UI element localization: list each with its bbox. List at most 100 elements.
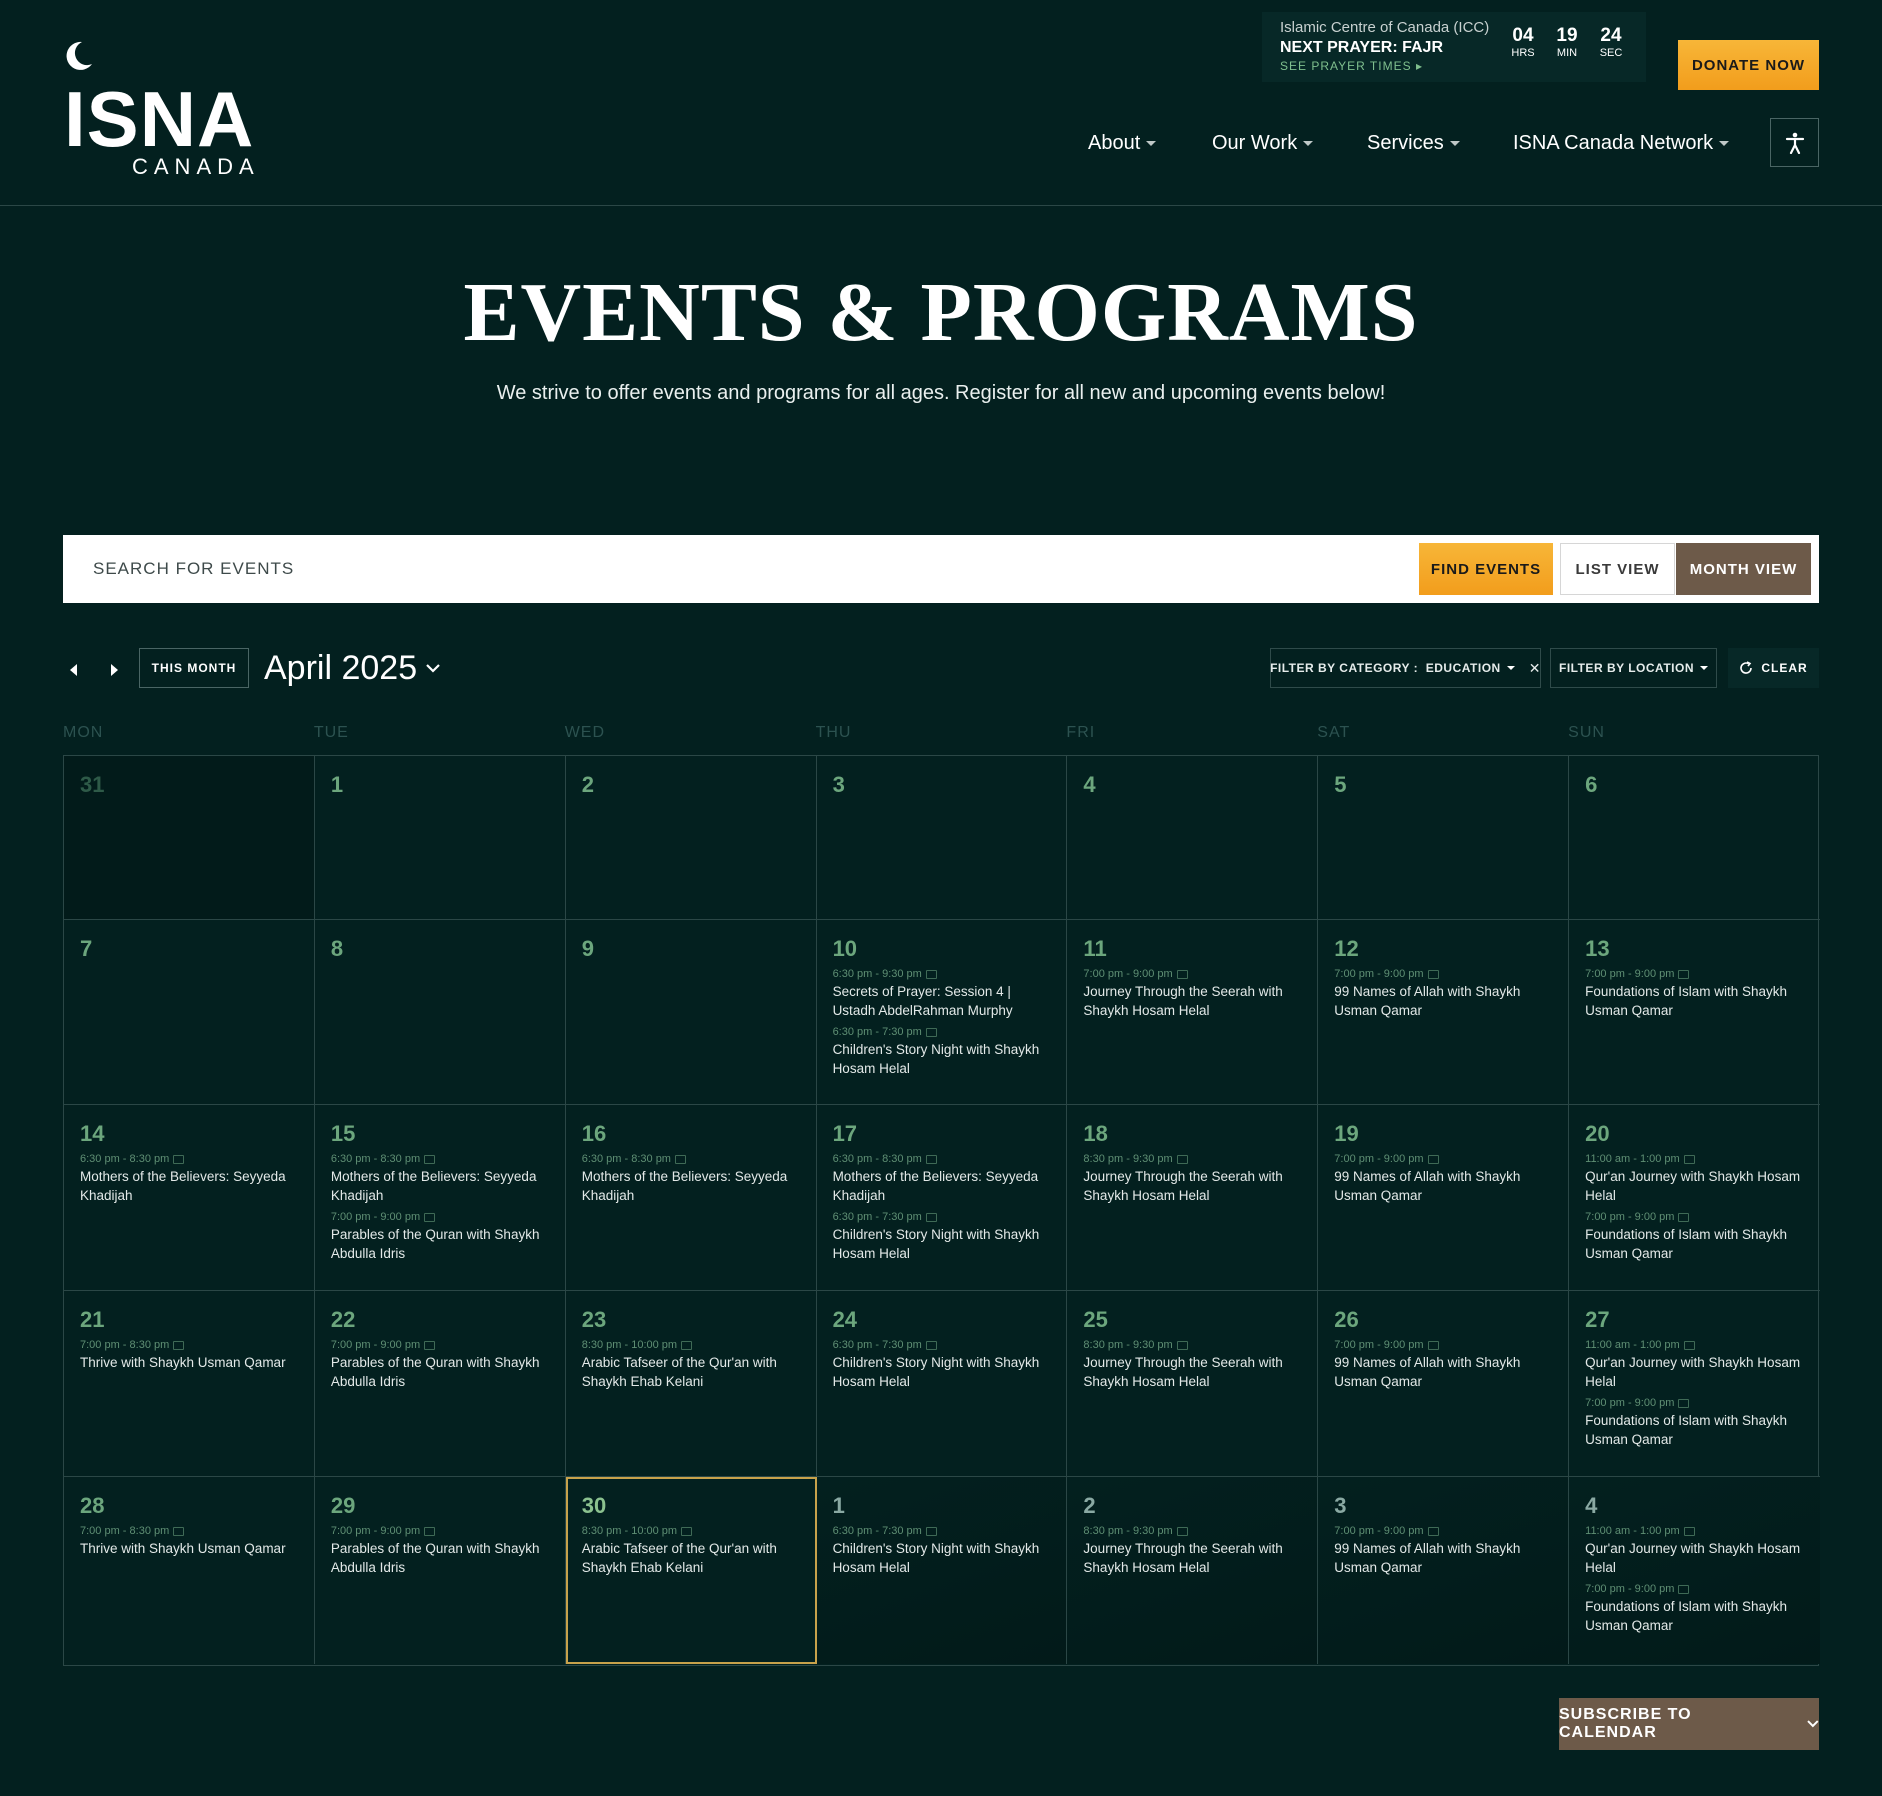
calendar-day-cell[interactable]: 3 <box>816 756 1068 920</box>
day-number[interactable]: 14 <box>80 1121 298 1147</box>
day-number[interactable]: 5 <box>1334 772 1552 798</box>
event-title-link[interactable]: Journey Through the Seerah with Shaykh H… <box>1083 1353 1301 1391</box>
nav-item-our-work[interactable]: Our Work <box>1212 128 1314 158</box>
day-number[interactable]: 3 <box>1334 1493 1552 1519</box>
day-number[interactable]: 9 <box>582 936 800 962</box>
calendar-event[interactable]: 7:00 pm - 9:00 pm Parables of the Quran w… <box>331 1209 549 1263</box>
event-title-link[interactable]: Journey Through the Seerah with Shaykh H… <box>1083 1167 1301 1205</box>
event-title-link[interactable]: Secrets of Prayer: Session 4 | Ustadh Ab… <box>833 982 1051 1020</box>
see-prayer-times-link[interactable]: SEE PRAYER TIMES ▸ <box>1280 58 1628 74</box>
calendar-day-cell[interactable]: 20 11:00 am - 1:00 pm Qur'an Journey with … <box>1569 1105 1820 1291</box>
event-title-link[interactable]: Parables of the Quran with Shaykh Abdull… <box>331 1539 549 1577</box>
day-number[interactable]: 10 <box>833 936 1051 962</box>
calendar-event[interactable]: 6:30 pm - 7:30 pm Children's Story Night … <box>833 1337 1051 1391</box>
calendar-event[interactable]: 6:30 pm - 9:30 pm Secrets of Prayer: Sess… <box>833 966 1051 1020</box>
event-title-link[interactable]: Parables of the Quran with Shaykh Abdull… <box>331 1225 549 1263</box>
clear-filters-button[interactable]: CLEAR <box>1728 648 1819 688</box>
day-number[interactable]: 31 <box>80 772 298 798</box>
day-number[interactable]: 7 <box>80 936 298 962</box>
calendar-day-cell[interactable]: 2 <box>565 756 817 920</box>
calendar-day-cell[interactable]: 13 7:00 pm - 9:00 pm Foundations of Islam … <box>1569 920 1820 1105</box>
day-number[interactable]: 4 <box>1083 772 1301 798</box>
calendar-event[interactable]: 7:00 pm - 9:00 pm 99 Names of Allah with … <box>1334 1337 1552 1391</box>
isna-logo[interactable]: ISNA CANADA <box>62 40 262 180</box>
day-number[interactable]: 27 <box>1585 1307 1804 1333</box>
calendar-event[interactable]: 7:00 pm - 9:00 pm Foundations of Islam wi… <box>1585 1395 1804 1449</box>
event-title-link[interactable]: Foundations of Islam with Shaykh Usman Q… <box>1585 1225 1804 1263</box>
subscribe-to-calendar-button[interactable]: SUBSCRIBE TO CALENDAR <box>1559 1698 1819 1750</box>
calendar-day-cell[interactable]: 4 11:00 am - 1:00 pm Qur'an Journey with S… <box>1569 1477 1820 1664</box>
calendar-day-cell[interactable]: 1 <box>314 756 566 920</box>
event-title-link[interactable]: Qur'an Journey with Shaykh Hosam Helal <box>1585 1353 1804 1391</box>
event-title-link[interactable]: Arabic Tafseer of the Qur'an with Shaykh… <box>582 1353 800 1391</box>
day-number[interactable]: 16 <box>582 1121 800 1147</box>
calendar-event[interactable]: 6:30 pm - 8:30 pm Mothers of the Believer… <box>582 1151 800 1205</box>
calendar-event[interactable]: 8:30 pm - 9:30 pm Journey Through the See… <box>1083 1337 1301 1391</box>
calendar-event[interactable]: 7:00 pm - 9:00 pm 99 Names of Allah with … <box>1334 966 1552 1020</box>
remove-filter-icon[interactable]: ✕ <box>1529 660 1541 677</box>
calendar-event[interactable]: 8:30 pm - 10:00 pm Arabic Tafseer of the … <box>582 1337 800 1391</box>
event-title-link[interactable]: Journey Through the Seerah with Shaykh H… <box>1083 1539 1301 1577</box>
filter-by-location[interactable]: FILTER BY LOCATION <box>1550 648 1717 688</box>
calendar-event[interactable]: 6:30 pm - 8:30 pm Mothers of the Believer… <box>833 1151 1051 1205</box>
day-number[interactable]: 23 <box>582 1307 800 1333</box>
day-number[interactable]: 2 <box>582 772 800 798</box>
calendar-day-cell[interactable]: 27 11:00 am - 1:00 pm Qur'an Journey with … <box>1569 1291 1820 1477</box>
calendar-event[interactable]: 11:00 am - 1:00 pm Qur'an Journey with Sh… <box>1585 1523 1804 1577</box>
calendar-event[interactable]: 7:00 pm - 8:30 pm Thrive with Shaykh Usma… <box>80 1337 298 1372</box>
previous-month-button[interactable] <box>64 660 84 680</box>
calendar-event[interactable]: 6:30 pm - 8:30 pm Mothers of the Believer… <box>80 1151 298 1205</box>
calendar-event[interactable]: 6:30 pm - 8:30 pm Mothers of the Believer… <box>331 1151 549 1205</box>
event-title-link[interactable]: Foundations of Islam with Shaykh Usman Q… <box>1585 1597 1804 1635</box>
calendar-event[interactable]: 6:30 pm - 7:30 pm Children's Story Night … <box>833 1523 1051 1577</box>
calendar-event[interactable]: 7:00 pm - 9:00 pm Foundations of Islam wi… <box>1585 966 1804 1020</box>
calendar-event[interactable]: 7:00 pm - 9:00 pm Foundations of Islam wi… <box>1585 1581 1804 1635</box>
calendar-event[interactable]: 7:00 pm - 9:00 pm Journey Through the See… <box>1083 966 1301 1020</box>
list-view-button[interactable]: LIST VIEW <box>1560 543 1675 595</box>
calendar-day-cell[interactable]: 5 <box>1318 756 1570 920</box>
event-title-link[interactable]: Foundations of Islam with Shaykh Usman Q… <box>1585 982 1804 1020</box>
day-number[interactable]: 30 <box>582 1493 800 1519</box>
calendar-event[interactable]: 7:00 pm - 9:00 pm Foundations of Islam wi… <box>1585 1209 1804 1263</box>
day-number[interactable]: 15 <box>331 1121 549 1147</box>
calendar-event[interactable]: 8:30 pm - 9:30 pm Journey Through the See… <box>1083 1151 1301 1205</box>
calendar-day-cell[interactable]: 1 6:30 pm - 7:30 pm Children's Story Night… <box>816 1477 1068 1664</box>
day-number[interactable]: 24 <box>833 1307 1051 1333</box>
month-picker[interactable]: April 2025 <box>264 646 441 690</box>
day-number[interactable]: 12 <box>1334 936 1552 962</box>
donate-now-button[interactable]: DONATE NOW <box>1678 40 1819 90</box>
calendar-day-cell[interactable]: 29 7:00 pm - 9:00 pm Parables of the Quran… <box>315 1477 566 1664</box>
calendar-day-cell[interactable]: 18 8:30 pm - 9:30 pm Journey Through the S… <box>1067 1105 1319 1291</box>
event-title-link[interactable]: Thrive with Shaykh Usman Qamar <box>80 1539 298 1558</box>
calendar-event[interactable]: 8:30 pm - 9:30 pm Journey Through the See… <box>1083 1523 1301 1577</box>
day-number[interactable]: 11 <box>1083 936 1301 962</box>
calendar-day-cell[interactable]: 28 7:00 pm - 8:30 pm Thrive with Shaykh Us… <box>64 1477 315 1664</box>
search-events-input[interactable] <box>93 553 993 585</box>
day-number[interactable]: 18 <box>1083 1121 1301 1147</box>
event-title-link[interactable]: Children's Story Night with Shaykh Hosam… <box>833 1040 1051 1078</box>
day-number[interactable]: 2 <box>1083 1493 1301 1519</box>
day-number[interactable]: 28 <box>80 1493 298 1519</box>
calendar-event[interactable]: 7:00 pm - 9:00 pm 99 Names of Allah with … <box>1334 1151 1552 1205</box>
calendar-day-cell[interactable]: 7 <box>64 920 315 1105</box>
event-title-link[interactable]: 99 Names of Allah with Shaykh Usman Qama… <box>1334 1353 1552 1391</box>
event-title-link[interactable]: Qur'an Journey with Shaykh Hosam Helal <box>1585 1539 1804 1577</box>
calendar-event[interactable]: 6:30 pm - 7:30 pm Children's Story Night … <box>833 1024 1051 1078</box>
event-title-link[interactable]: 99 Names of Allah with Shaykh Usman Qama… <box>1334 1167 1552 1205</box>
day-number[interactable]: 17 <box>833 1121 1051 1147</box>
calendar-day-cell[interactable]: 2 8:30 pm - 9:30 pm Journey Through the Se… <box>1067 1477 1319 1664</box>
calendar-day-cell[interactable]: 17 6:30 pm - 8:30 pm Mothers of the Believ… <box>816 1105 1068 1291</box>
calendar-day-cell[interactable]: 9 <box>565 920 817 1105</box>
nav-item-services[interactable]: Services <box>1367 128 1460 158</box>
event-title-link[interactable]: Mothers of the Believers: Seyyeda Khadij… <box>80 1167 298 1205</box>
calendar-event[interactable]: 7:00 pm - 9:00 pm Parables of the Quran w… <box>331 1337 549 1391</box>
calendar-day-cell[interactable]: 25 8:30 pm - 9:30 pm Journey Through the S… <box>1067 1291 1319 1477</box>
event-title-link[interactable]: Children's Story Night with Shaykh Hosam… <box>833 1353 1051 1391</box>
next-month-button[interactable] <box>104 660 124 680</box>
find-events-button[interactable]: FIND EVENTS <box>1419 543 1553 595</box>
day-number[interactable]: 19 <box>1334 1121 1552 1147</box>
calendar-event[interactable]: 7:00 pm - 8:30 pm Thrive with Shaykh Usma… <box>80 1523 298 1558</box>
day-number[interactable]: 6 <box>1585 772 1804 798</box>
calendar-day-cell[interactable]: 12 7:00 pm - 9:00 pm 99 Names of Allah wit… <box>1318 920 1570 1105</box>
calendar-day-cell[interactable]: 22 7:00 pm - 9:00 pm Parables of the Quran… <box>314 1291 566 1477</box>
